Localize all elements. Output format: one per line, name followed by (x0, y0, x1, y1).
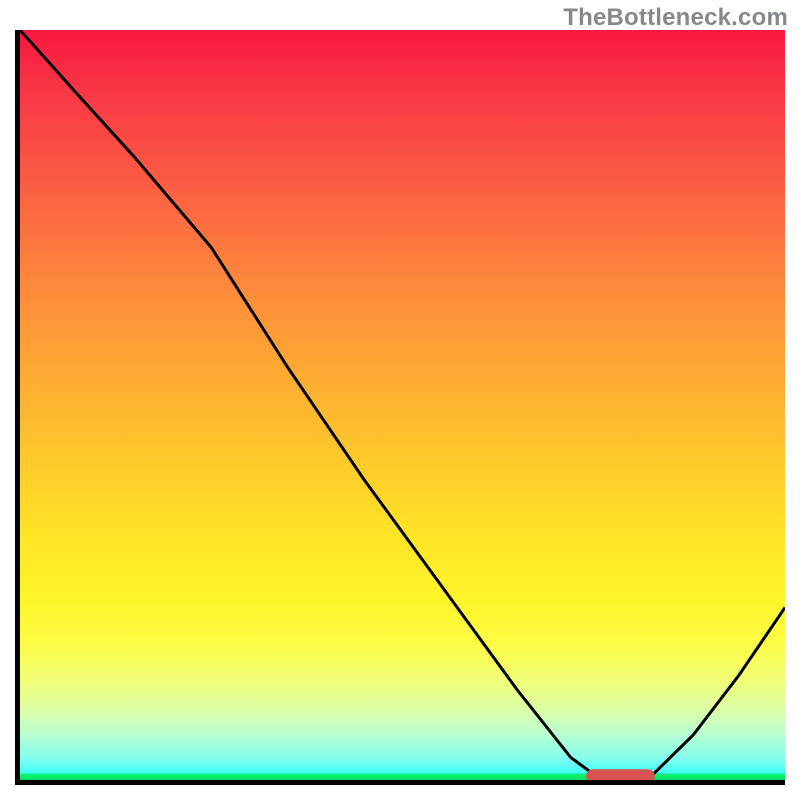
watermark-text: TheBottleneck.com (563, 4, 788, 32)
curve-line (20, 30, 785, 780)
plot-area (15, 30, 785, 785)
chart-svg (20, 30, 785, 780)
optimum-marker (586, 769, 655, 780)
chart-container: TheBottleneck.com (0, 0, 800, 800)
